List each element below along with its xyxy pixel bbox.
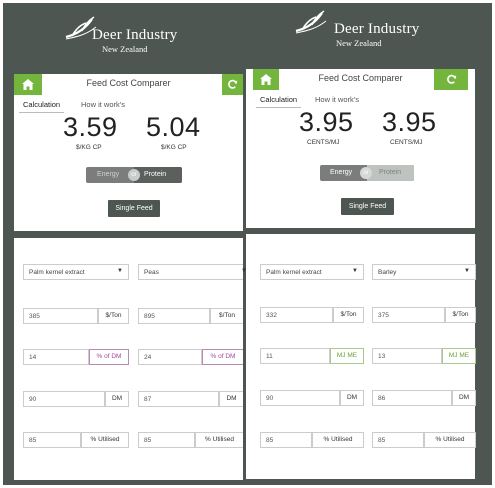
result-unit-2: $/KG CP xyxy=(161,144,187,151)
price-input-2[interactable]: 375 xyxy=(372,307,445,323)
toggle-or: or xyxy=(360,167,372,179)
refresh-button[interactable] xyxy=(434,69,468,90)
price-input-1[interactable]: 332 xyxy=(260,307,333,323)
result-value-1: 3.95 xyxy=(299,107,354,137)
tab-calculation[interactable]: Calculation xyxy=(18,100,65,113)
brand-title: Deer Industry xyxy=(334,21,420,37)
dm-unit-2: DM xyxy=(452,390,476,406)
results-card: Feed Cost Comparer Calculation How it wo… xyxy=(14,74,243,231)
toggle-energy-label: Energy xyxy=(97,171,120,178)
feed-select-1[interactable]: Palm kernel extract ▼ xyxy=(23,264,129,280)
protein-input-2[interactable]: 24 xyxy=(138,349,202,365)
result-unit-2: CENTS/MJ xyxy=(390,139,423,146)
util-unit-2: % Utilised xyxy=(195,432,243,448)
result-value-2: 3.95 xyxy=(382,107,437,137)
price-unit-1: $/Ton xyxy=(98,308,129,324)
panel-protein: Deer Industry New Zealand Feed Cost Comp… xyxy=(14,3,247,485)
app-header: Feed Cost Comparer xyxy=(246,69,475,90)
brand-subtitle: New Zealand xyxy=(336,38,382,48)
price-input-1[interactable]: 385 xyxy=(23,308,98,324)
results: 3.59 $/KG CP 5.04 $/KG CP xyxy=(14,112,243,154)
tab-how-it-works[interactable]: How it work's xyxy=(81,100,125,109)
dm-unit-1: DM xyxy=(340,390,364,406)
energy-input-1[interactable]: 11 xyxy=(260,348,330,364)
caret-down-icon: ▼ xyxy=(117,268,123,274)
feed-select-1-value: Palm kernel extract xyxy=(29,269,85,276)
dm-unit-1: DM xyxy=(105,391,129,407)
feed-select-1[interactable]: Palm kernel extract ▼ xyxy=(260,264,364,280)
caret-down-icon: ▼ xyxy=(352,268,358,274)
app-frame: Deer Industry New Zealand Feed Cost Comp… xyxy=(3,3,492,485)
results: 3.95 CENTS/MJ 3.95 CENTS/MJ xyxy=(246,107,475,149)
price-unit-2: $/Ton xyxy=(210,308,243,324)
feed-select-2[interactable]: Peas ▼ xyxy=(138,264,247,280)
refresh-button[interactable] xyxy=(222,74,243,95)
protein-unit-2: % of DM xyxy=(202,349,243,365)
util-input-2[interactable]: 85 xyxy=(138,432,195,448)
util-unit-2: % Utilised xyxy=(424,432,476,448)
dm-input-2[interactable]: 86 xyxy=(372,390,452,406)
toggle-or: or xyxy=(128,169,140,181)
result-unit-1: $/KG CP xyxy=(76,144,102,151)
tab-calculation[interactable]: Calculation xyxy=(255,95,302,108)
feeds-card: Palm kernel extract ▼ Barley ▼ 332 $/Ton… xyxy=(246,234,476,479)
util-unit-1: % Utilised xyxy=(312,432,364,448)
feed-select-2-value: Peas xyxy=(144,269,159,276)
energy-unit-2: MJ ME xyxy=(442,348,476,364)
energy-protein-toggle[interactable]: Energy or Protein xyxy=(320,165,414,181)
energy-protein-toggle[interactable]: Energy or Protein xyxy=(86,167,182,183)
energy-unit-1: MJ ME xyxy=(330,348,364,364)
refresh-icon xyxy=(228,79,238,89)
tabs: Calculation How it work's xyxy=(246,95,475,109)
dm-input-1[interactable]: 90 xyxy=(260,390,340,406)
protein-input-1[interactable]: 14 xyxy=(23,349,89,365)
feed-select-1-value: Palm kernel extract xyxy=(266,269,322,276)
brand-title: Deer Industry xyxy=(92,27,178,43)
refresh-icon xyxy=(446,74,456,84)
toggle-energy-label: Energy xyxy=(330,169,353,176)
util-input-1[interactable]: 85 xyxy=(23,432,81,448)
util-input-2[interactable]: 85 xyxy=(372,432,424,448)
caret-down-icon: ▼ xyxy=(464,268,470,274)
util-unit-1: % Utilised xyxy=(81,432,129,448)
dm-input-1[interactable]: 90 xyxy=(23,391,105,407)
result-value-2: 5.04 xyxy=(146,112,201,142)
toggle-protein-label: Protein xyxy=(144,171,167,178)
feeds-card: Palm kernel extract ▼ Peas ▼ 385 $/Ton 8… xyxy=(14,238,247,480)
app-header: Feed Cost Comparer xyxy=(14,74,243,95)
energy-input-2[interactable]: 13 xyxy=(372,348,442,364)
dm-input-2[interactable]: 87 xyxy=(138,391,219,407)
single-feed-button[interactable]: Single Feed xyxy=(108,200,160,217)
price-unit-2: $/Ton xyxy=(445,307,476,323)
brand-subtitle: New Zealand xyxy=(102,44,148,54)
result-unit-1: CENTS/MJ xyxy=(307,139,340,146)
price-unit-1: $/Ton xyxy=(333,307,364,323)
feed-select-2[interactable]: Barley ▼ xyxy=(372,264,476,280)
single-feed-button[interactable]: Single Feed xyxy=(341,198,394,215)
feed-select-2-value: Barley xyxy=(378,269,397,276)
util-input-1[interactable]: 85 xyxy=(260,432,312,448)
brand-logo: Deer Industry New Zealand xyxy=(246,9,475,49)
tab-how-it-works[interactable]: How it work's xyxy=(315,95,359,104)
result-value-1: 3.59 xyxy=(63,112,118,142)
brand-logo: Deer Industry New Zealand xyxy=(14,15,243,55)
protein-unit-1: % of DM xyxy=(89,349,129,365)
tabs: Calculation How it work's xyxy=(14,100,243,114)
header-title: Feed Cost Comparer xyxy=(86,78,171,88)
price-input-2[interactable]: 895 xyxy=(138,308,210,324)
panel-energy: Deer Industry New Zealand Feed Cost Comp… xyxy=(246,3,476,485)
toggle-protein-label: Protein xyxy=(379,169,402,176)
deer-antler-logo-icon xyxy=(295,10,327,34)
dm-unit-2: DM xyxy=(219,391,243,407)
results-card: Feed Cost Comparer Calculation How it wo… xyxy=(246,69,475,228)
